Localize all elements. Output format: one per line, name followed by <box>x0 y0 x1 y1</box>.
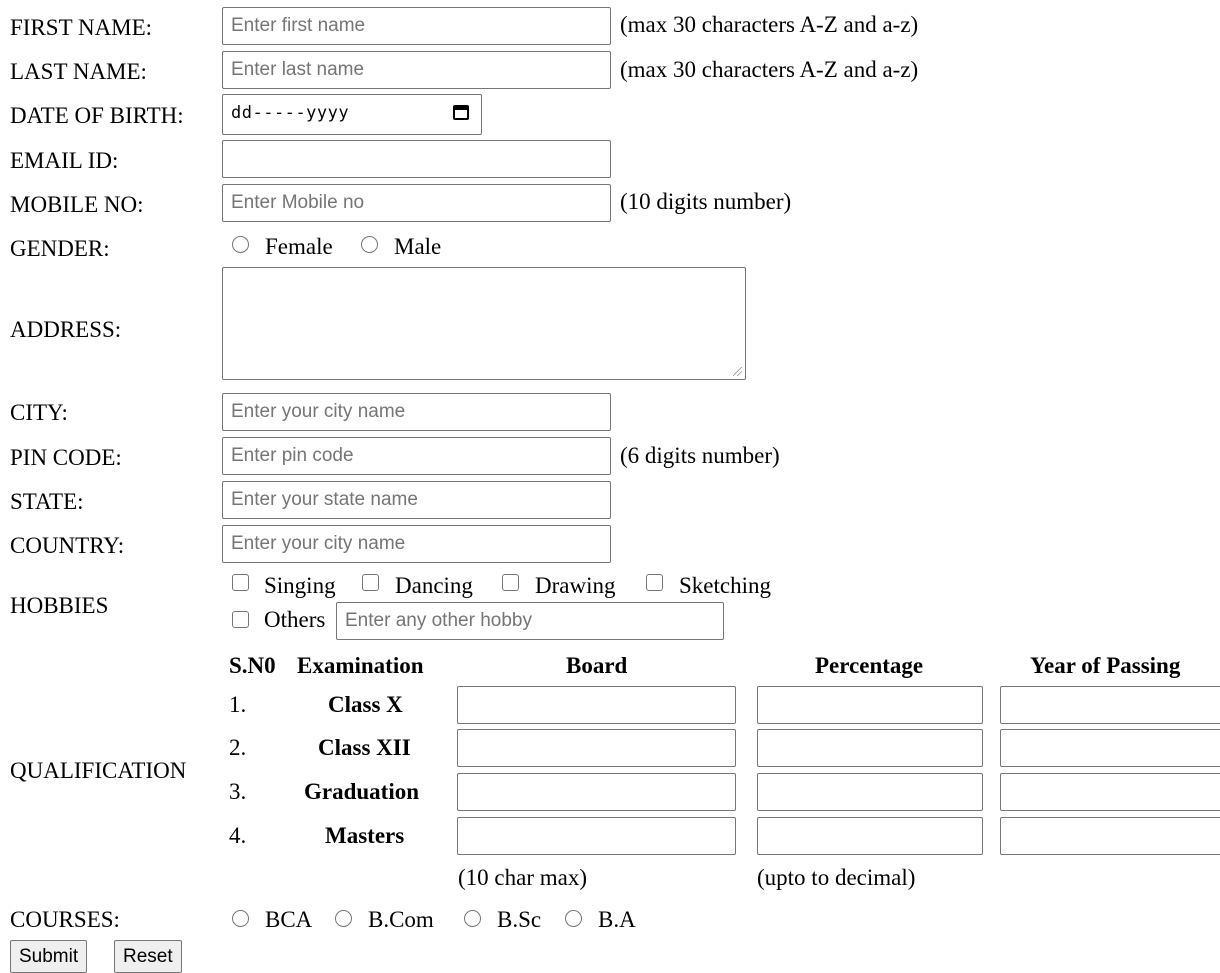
percentage-input-masters[interactable] <box>757 817 983 855</box>
email-input[interactable] <box>222 140 611 178</box>
hobby-sketching-checkbox[interactable] <box>646 574 663 591</box>
course-bca-radio[interactable] <box>232 910 249 927</box>
hobby-drawing-label: Drawing <box>535 573 616 598</box>
address-textarea[interactable] <box>222 267 746 380</box>
city-input[interactable] <box>222 393 611 431</box>
qualification-header-year: Year of Passing <box>1030 653 1181 678</box>
dob-input[interactable]: dd-----yyyy <box>222 94 482 135</box>
country-input[interactable] <box>222 525 611 563</box>
hobby-singing-checkbox[interactable] <box>232 574 249 591</box>
qualification-row-exam: Class XII <box>318 735 411 760</box>
percentage-input-class-x[interactable] <box>757 686 983 724</box>
course-bca-label: BCA <box>265 907 313 932</box>
board-input-masters[interactable] <box>457 817 736 855</box>
qualification-header-percentage: Percentage <box>815 653 924 678</box>
last-name-input[interactable] <box>222 51 611 89</box>
city-label: CITY: <box>10 400 68 425</box>
hobbies-label: HOBBIES <box>10 593 109 618</box>
qualification-row-exam: Graduation <box>304 779 420 804</box>
qualification-header-sn: S.N0 <box>229 653 276 678</box>
email-label: EMAIL ID: <box>10 148 119 173</box>
course-ba-radio[interactable] <box>565 910 582 927</box>
address-label: ADDRESS: <box>10 317 122 342</box>
hobby-drawing-checkbox[interactable] <box>502 574 519 591</box>
board-input-class-xii[interactable] <box>457 729 736 767</box>
board-input-graduation[interactable] <box>457 773 736 811</box>
qualification-row-exam: Class X <box>328 692 403 717</box>
percentage-note: (upto to decimal) <box>757 865 916 890</box>
pin-code-note: (6 digits number) <box>620 443 780 468</box>
gender-male-label: Male <box>394 234 442 259</box>
percentage-input-class-xii[interactable] <box>757 729 983 767</box>
percentage-input-graduation[interactable] <box>757 773 983 811</box>
qualification-header-board: Board <box>566 653 628 678</box>
courses-label: COURSES: <box>10 907 120 932</box>
hobby-sketching-label: Sketching <box>679 573 771 598</box>
reset-button[interactable]: Reset <box>114 940 182 973</box>
pin-code-label: PIN CODE: <box>10 445 122 470</box>
gender-male-radio[interactable] <box>361 236 378 253</box>
calendar-icon[interactable] <box>453 105 469 120</box>
last-name-label: LAST NAME: <box>10 59 147 84</box>
first-name-input[interactable] <box>222 7 611 45</box>
qualification-row-sn: 2. <box>229 735 247 760</box>
hobby-singing-label: Singing <box>264 573 336 598</box>
mobile-input[interactable] <box>222 184 611 222</box>
state-input[interactable] <box>222 481 611 519</box>
hobby-others-checkbox[interactable] <box>232 611 249 628</box>
first-name-note: (max 30 characters A-Z and a-z) <box>620 12 919 37</box>
hobby-other-input[interactable] <box>336 602 724 640</box>
year-input-class-xii[interactable] <box>1000 729 1220 767</box>
year-input-graduation[interactable] <box>1000 773 1220 811</box>
board-note: (10 char max) <box>458 865 587 890</box>
gender-label: GENDER: <box>10 236 110 261</box>
country-label: COUNTRY: <box>10 533 125 558</box>
hobby-others-label: Others <box>264 607 326 632</box>
course-ba-label: B.A <box>598 907 636 932</box>
dob-value: dd-----yyyy <box>231 103 350 123</box>
course-bcom-radio[interactable] <box>335 910 352 927</box>
last-name-note: (max 30 characters A-Z and a-z) <box>620 57 919 82</box>
gender-female-label: Female <box>265 234 333 259</box>
gender-female-radio[interactable] <box>232 236 249 253</box>
resize-grip-icon[interactable] <box>733 367 742 376</box>
year-input-class-x[interactable] <box>1000 686 1220 724</box>
hobby-dancing-label: Dancing <box>395 573 473 598</box>
mobile-label: MOBILE NO: <box>10 192 144 217</box>
board-input-class-x[interactable] <box>457 686 736 724</box>
first-name-label: FIRST NAME: <box>10 15 153 40</box>
mobile-note: (10 digits number) <box>620 189 792 214</box>
course-bcom-label: B.Com <box>368 907 434 932</box>
qualification-row-sn: 3. <box>229 779 247 804</box>
qualification-label: QUALIFICATION <box>10 758 187 783</box>
course-bsc-radio[interactable] <box>464 910 481 927</box>
hobby-dancing-checkbox[interactable] <box>362 574 379 591</box>
course-bsc-label: B.Sc <box>497 907 542 932</box>
submit-button[interactable]: Submit <box>10 940 88 973</box>
year-input-masters[interactable] <box>1000 817 1220 855</box>
state-label: STATE: <box>10 489 84 514</box>
qualification-row-sn: 4. <box>229 823 247 848</box>
qualification-row-exam: Masters <box>325 823 405 848</box>
pin-code-input[interactable] <box>222 437 611 475</box>
qualification-header-examination: Examination <box>297 653 424 678</box>
dob-label: DATE OF BIRTH: <box>10 103 184 128</box>
qualification-row-sn: 1. <box>229 692 247 717</box>
